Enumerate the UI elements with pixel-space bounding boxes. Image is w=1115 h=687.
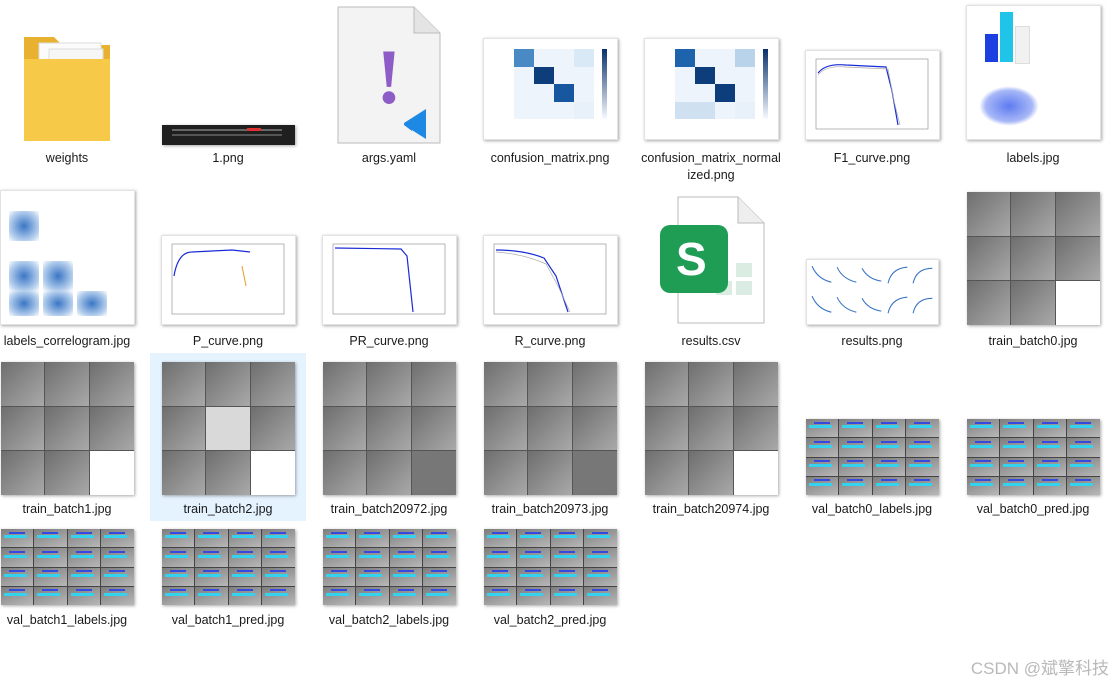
file-label: labels_correlogram.jpg xyxy=(3,334,131,348)
watermark: CSDN @斌擎科技 xyxy=(970,659,1109,678)
file-label: train_batch20974.jpg xyxy=(652,502,770,516)
image-thumbnail xyxy=(475,360,625,495)
file-label: train_batch0.jpg xyxy=(988,334,1078,348)
file-train-batch20972[interactable]: train_batch20972.jpg xyxy=(314,355,464,520)
image-thumbnail xyxy=(153,190,303,325)
file-args-yaml[interactable]: ! args.yaml xyxy=(314,0,464,170)
file-label: train_batch20973.jpg xyxy=(491,502,609,516)
folder-icon xyxy=(0,5,142,145)
file-weights[interactable]: weights xyxy=(0,0,142,170)
file-label: val_batch2_labels.jpg xyxy=(328,613,450,627)
image-thumbnail xyxy=(153,525,303,605)
file-1-png[interactable]: 1.png xyxy=(153,0,303,170)
file-labels-correlogram[interactable]: labels_correlogram.jpg xyxy=(0,185,142,355)
image-thumbnail xyxy=(314,360,464,495)
svg-text:!: ! xyxy=(376,33,402,120)
file-results-csv[interactable]: S results.csv xyxy=(636,185,786,355)
file-label: PR_curve.png xyxy=(349,334,429,348)
image-thumbnail xyxy=(153,5,303,145)
file-label: train_batch2.jpg xyxy=(183,502,273,516)
image-thumbnail xyxy=(958,360,1108,495)
image-thumbnail xyxy=(314,525,464,605)
file-label: val_batch0_pred.jpg xyxy=(976,502,1090,516)
file-val-batch1-pred[interactable]: val_batch1_pred.jpg xyxy=(153,520,303,640)
image-thumbnail xyxy=(0,525,142,605)
image-thumbnail xyxy=(958,5,1108,140)
file-val-batch2-labels[interactable]: val_batch2_labels.jpg xyxy=(314,520,464,640)
image-thumbnail xyxy=(475,525,625,605)
file-val-batch2-pred[interactable]: val_batch2_pred.jpg xyxy=(475,520,625,640)
image-thumbnail xyxy=(0,190,142,325)
file-pr-curve[interactable]: PR_curve.png xyxy=(314,185,464,355)
file-label: F1_curve.png xyxy=(833,151,911,165)
file-label: val_batch1_labels.jpg xyxy=(6,613,128,627)
image-thumbnail xyxy=(475,5,625,140)
file-train-batch1[interactable]: train_batch1.jpg xyxy=(0,355,142,520)
spreadsheet-icon: S xyxy=(636,190,786,325)
file-label: val_batch1_pred.jpg xyxy=(171,613,285,627)
file-label: confusion_matrix_normal ized.png xyxy=(641,151,781,182)
image-thumbnail xyxy=(475,190,625,325)
svg-text:S: S xyxy=(676,233,707,285)
image-thumbnail xyxy=(150,360,306,495)
file-r-curve[interactable]: R_curve.png xyxy=(475,185,625,355)
file-train-batch0[interactable]: train_batch0.jpg xyxy=(958,185,1108,355)
file-label: 1.png xyxy=(212,151,244,165)
file-label: train_batch1.jpg xyxy=(22,502,112,516)
image-thumbnail xyxy=(636,5,786,140)
file-train-batch20973[interactable]: train_batch20973.jpg xyxy=(475,355,625,520)
file-label: args.yaml xyxy=(361,151,417,165)
file-label: weights xyxy=(45,151,89,165)
image-thumbnail xyxy=(797,360,947,495)
file-p-curve[interactable]: P_curve.png xyxy=(153,185,303,355)
image-thumbnail xyxy=(0,360,142,495)
file-train-batch2[interactable]: train_batch2.jpg xyxy=(150,353,306,521)
file-label: val_batch2_pred.jpg xyxy=(493,613,607,627)
file-label: labels.jpg xyxy=(1006,151,1060,165)
file-confusion-matrix[interactable]: confusion_matrix.png xyxy=(475,0,625,170)
file-confusion-matrix-normalized[interactable]: confusion_matrix_normal ized.png xyxy=(636,0,786,185)
file-label: results.png xyxy=(841,334,903,348)
file-label: P_curve.png xyxy=(192,334,264,348)
file-val-batch0-pred[interactable]: val_batch0_pred.jpg xyxy=(958,355,1108,520)
file-results-png[interactable]: results.png xyxy=(797,185,947,355)
file-labels-jpg[interactable]: labels.jpg xyxy=(958,0,1108,170)
image-thumbnail xyxy=(636,360,786,495)
image-thumbnail xyxy=(314,190,464,325)
file-label: results.csv xyxy=(681,334,741,348)
file-label: confusion_matrix.png xyxy=(490,151,610,165)
image-thumbnail xyxy=(797,190,947,325)
file-val-batch1-labels[interactable]: val_batch1_labels.jpg xyxy=(0,520,142,640)
image-thumbnail xyxy=(797,5,947,140)
file-label: val_batch0_labels.jpg xyxy=(811,502,933,516)
file-val-batch0-labels[interactable]: val_batch0_labels.jpg xyxy=(797,355,947,520)
file-label: train_batch20972.jpg xyxy=(330,502,448,516)
file-train-batch20974[interactable]: train_batch20974.jpg xyxy=(636,355,786,520)
file-f1-curve[interactable]: F1_curve.png xyxy=(797,0,947,170)
yaml-file-icon: ! xyxy=(314,5,464,145)
image-thumbnail xyxy=(958,190,1108,325)
file-label: R_curve.png xyxy=(514,334,586,348)
